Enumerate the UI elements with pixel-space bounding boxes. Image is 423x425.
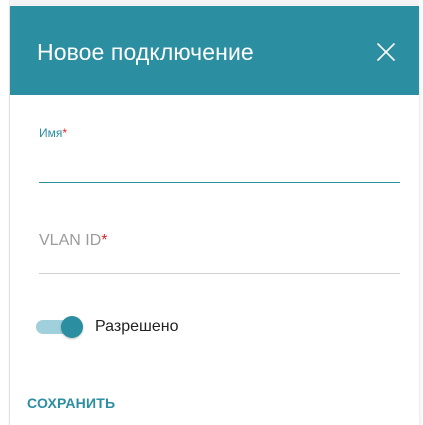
dialog-title: Новое подключение <box>37 39 254 65</box>
vlan-id-label: VLAN ID* <box>39 232 107 250</box>
save-button[interactable]: СОХРАНИТЬ <box>27 395 115 411</box>
screen: Новое подключение Имя* VLAN ID* Разрешен… <box>0 0 423 425</box>
new-connection-dialog: Новое подключение <box>10 6 419 425</box>
close-button[interactable] <box>374 40 398 64</box>
name-label-text: Имя <box>39 126 63 140</box>
vlan-id-required-mark: * <box>101 232 108 249</box>
frame-right-edge <box>419 0 423 425</box>
name-required-mark: * <box>62 126 68 140</box>
toggle-thumb <box>61 316 83 338</box>
close-icon <box>377 43 395 61</box>
name-field-label: Имя* <box>39 126 67 140</box>
name-field[interactable] <box>39 150 400 183</box>
enabled-toggle-label: Разрешено <box>95 318 179 335</box>
vlan-id-field[interactable]: VLAN ID* <box>39 232 400 274</box>
frame-left-edge <box>0 0 10 425</box>
frame-top-edge <box>0 0 423 5</box>
dialog-header: Новое подключение <box>10 6 419 95</box>
enabled-toggle[interactable] <box>36 316 92 338</box>
vlan-id-label-text: VLAN ID <box>39 232 102 249</box>
